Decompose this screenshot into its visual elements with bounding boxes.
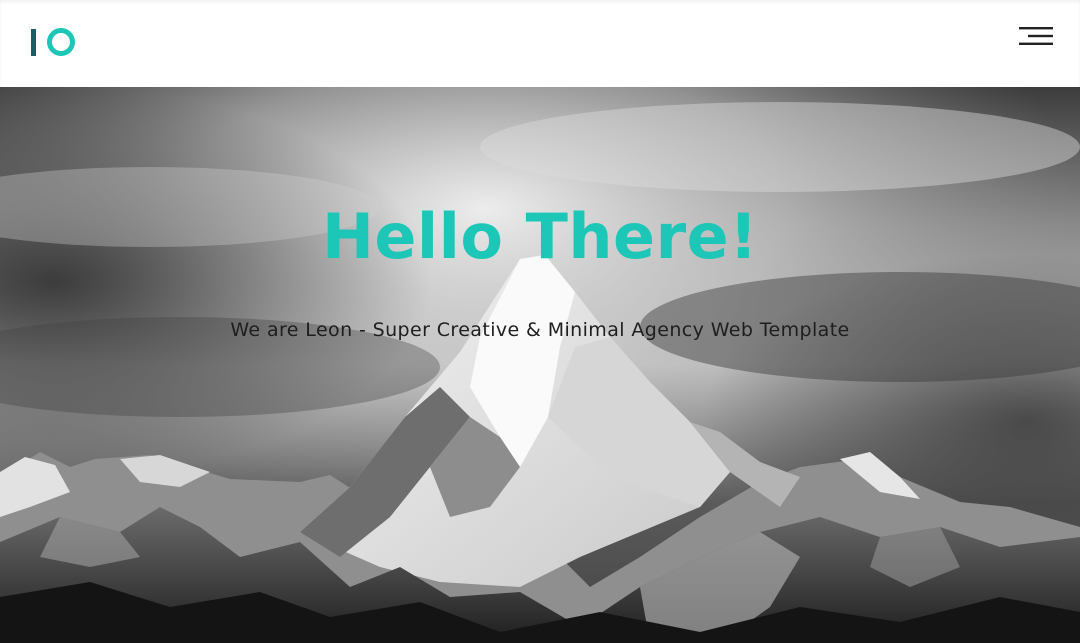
brand-logo[interactable]	[30, 27, 78, 57]
site-header	[0, 0, 1080, 87]
hero-title: Hello There!	[321, 200, 758, 273]
hero-subtitle: We are Leon - Super Creative & Minimal A…	[230, 319, 850, 341]
hero-background-image	[0, 87, 1080, 643]
hamburger-menu-icon	[1019, 27, 1053, 45]
hero-section: Hello There! We are Leon - Super Creativ…	[0, 87, 1080, 643]
logo-mark-icon	[31, 28, 75, 56]
menu-toggle-button[interactable]	[1016, 25, 1056, 49]
